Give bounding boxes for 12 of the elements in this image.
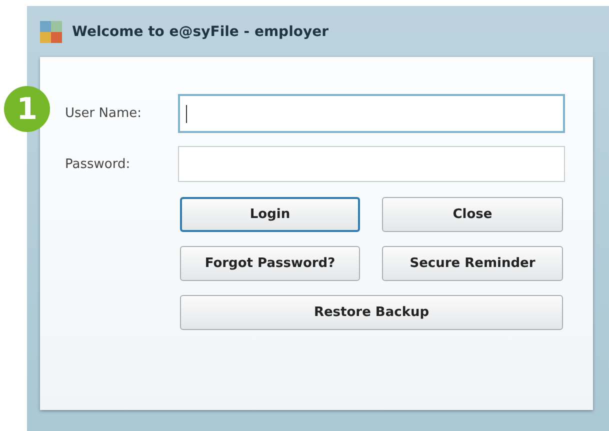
dialog-button[interactable]: Restore Backup xyxy=(180,295,563,330)
window-title: Welcome to e@syFile - employer xyxy=(72,24,329,40)
dialog-button[interactable]: Forgot Password? xyxy=(180,246,360,281)
input-field[interactable] xyxy=(178,94,565,133)
dialog-button[interactable]: Close xyxy=(382,197,563,232)
dialog-button[interactable]: Login xyxy=(180,197,360,232)
dialog-button[interactable]: Secure Reminder xyxy=(382,246,563,281)
field-label: User Name: xyxy=(65,106,142,121)
app-icon xyxy=(40,20,62,42)
input-field[interactable] xyxy=(178,146,565,182)
field-label: Password: xyxy=(65,156,132,172)
step-badge: 1 xyxy=(4,86,50,132)
